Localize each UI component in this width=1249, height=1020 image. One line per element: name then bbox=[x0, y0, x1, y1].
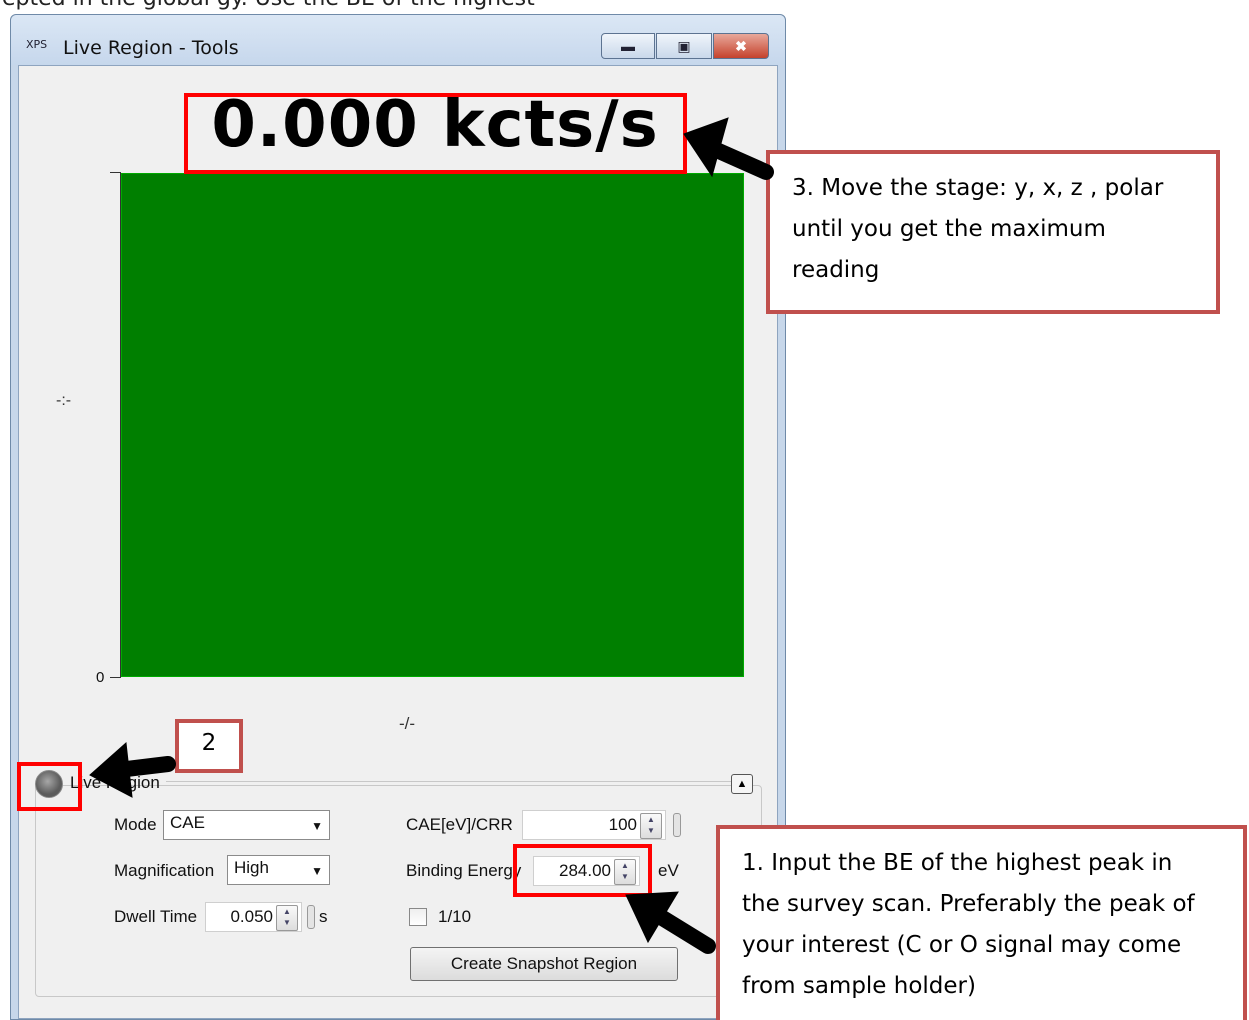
chevron-down-icon: ▼ bbox=[311, 819, 323, 833]
step-3-callout: 3. Move the stage: y, x, z , polar until… bbox=[766, 150, 1220, 314]
step-2-callout: 2 bbox=[175, 719, 243, 773]
y-axis-line bbox=[120, 172, 121, 678]
cae-crr-value: 100 bbox=[608, 815, 637, 834]
y-axis-top-tick bbox=[110, 172, 120, 173]
live-plot-area bbox=[121, 173, 744, 677]
cae-crr-spinbox[interactable]: 100 ▲ ▼ bbox=[522, 810, 666, 840]
dwell-time-unit: s bbox=[319, 907, 328, 926]
magnification-select[interactable]: High ▼ bbox=[227, 855, 330, 885]
step-3-line-3: reading bbox=[792, 257, 880, 283]
triangle-up-icon: ▲ bbox=[736, 778, 748, 790]
close-icon: ✖ bbox=[735, 37, 747, 54]
y-axis-label: -:- bbox=[56, 392, 72, 409]
binding-energy-unit: eV bbox=[658, 861, 679, 880]
magnification-label: Magnification bbox=[114, 861, 215, 880]
collapse-panel-button[interactable]: ▲ bbox=[731, 774, 753, 794]
create-snapshot-region-button[interactable]: Create Snapshot Region bbox=[410, 947, 678, 981]
step-1-line-4: from sample holder) bbox=[742, 973, 976, 999]
mode-label: Mode bbox=[114, 815, 157, 834]
minimize-icon: ▬ bbox=[621, 38, 635, 54]
window-title: Live Region - Tools bbox=[63, 37, 239, 59]
step-3-line-1: 3. Move the stage: y, x, z , polar bbox=[792, 175, 1164, 201]
dwell-time-spinbox[interactable]: 0.050 ▲ ▼ bbox=[205, 902, 302, 932]
xps-app-icon: XPS bbox=[26, 38, 48, 51]
step-1-callout: 1. Input the BE of the highest peak in t… bbox=[716, 825, 1247, 1020]
y-axis-zero-label: 0 bbox=[96, 669, 105, 686]
binding-energy-label: Binding Energy bbox=[406, 861, 522, 880]
step-2-label: 2 bbox=[201, 730, 217, 756]
cae-crr-slider-handle[interactable] bbox=[673, 813, 681, 837]
step-1-line-2: the survey scan. Preferably the peak of bbox=[742, 891, 1195, 917]
chevron-down-icon: ▼ bbox=[311, 864, 323, 878]
step-1-line-1: 1. Input the BE of the highest peak in bbox=[742, 850, 1173, 876]
mode-select[interactable]: CAE ▼ bbox=[163, 810, 330, 840]
binding-energy-highlight-box bbox=[513, 844, 652, 897]
maximize-icon: ▣ bbox=[677, 37, 691, 54]
step-3-line-2: until you get the maximum bbox=[792, 216, 1106, 242]
step-1-line-3: your interest (C or O signal may come bbox=[742, 932, 1182, 958]
one-tenth-checkbox[interactable] bbox=[409, 908, 427, 926]
one-tenth-label: 1/10 bbox=[438, 907, 472, 926]
close-button[interactable]: ✖ bbox=[713, 33, 769, 59]
spin-arrows-icon[interactable]: ▲ ▼ bbox=[640, 813, 662, 839]
x-axis-label: -/- bbox=[399, 714, 416, 733]
mode-select-value: CAE bbox=[170, 813, 205, 832]
live-region-group-title: Live Region bbox=[70, 773, 160, 792]
dwell-time-label: Dwell Time bbox=[114, 907, 198, 926]
background-document-text: epted in the global gy. Use the BE of th… bbox=[2, 0, 535, 11]
title-bar[interactable]: XPS Live Region - Tools ▬ ▣ ✖ bbox=[11, 15, 785, 65]
maximize-button[interactable]: ▣ bbox=[656, 33, 712, 59]
magnification-select-value: High bbox=[234, 858, 269, 877]
minimize-button[interactable]: ▬ bbox=[601, 33, 655, 59]
y-axis-bottom-tick bbox=[110, 677, 120, 678]
group-header-divider bbox=[166, 781, 751, 782]
dwell-time-slider-handle[interactable] bbox=[307, 905, 315, 929]
live-button-highlight-box bbox=[17, 762, 82, 811]
spin-arrows-icon[interactable]: ▲ ▼ bbox=[276, 905, 298, 931]
readout-highlight-box bbox=[184, 93, 687, 174]
cae-crr-label: CAE[eV]/CRR bbox=[406, 815, 513, 834]
dwell-time-value: 0.050 bbox=[230, 907, 273, 926]
